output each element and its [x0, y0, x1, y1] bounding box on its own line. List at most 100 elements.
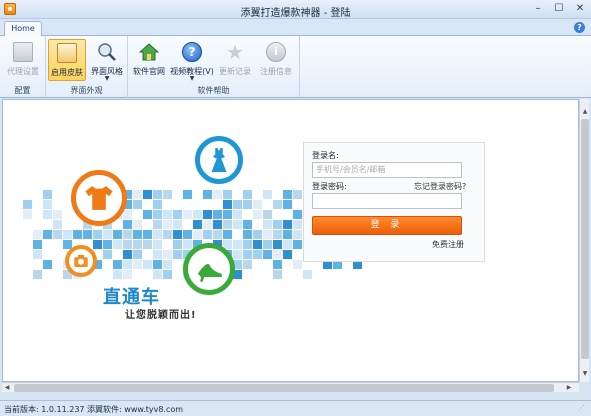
mosaic-tile [113, 240, 122, 249]
status-text: 当前版本: 1.0.11.237 添翼软件: www.tyv8.com [4, 405, 184, 414]
register-info-button[interactable]: i 注册信息 [256, 39, 296, 81]
video-tutorial-button[interactable]: ? 视频教程(V) ▼ [170, 39, 214, 82]
camera-bubble [65, 245, 97, 277]
proxy-settings-button[interactable]: 代理设置 [3, 39, 43, 81]
vertical-scroll-thumb[interactable] [581, 119, 589, 359]
mosaic-tile [143, 260, 152, 269]
maximize-button[interactable]: ☐ [550, 2, 568, 16]
mosaic-tile [233, 250, 242, 259]
mosaic-tile [93, 230, 102, 239]
content-area: 直通车 让您脱颖而出! 登录名: 手机号/会员名/邮箱 登录密码: 忘记登录密码… [2, 99, 579, 382]
mosaic-tile [273, 230, 282, 239]
mosaic-tile [233, 220, 242, 229]
official-site-button[interactable]: 软件官网 [130, 39, 168, 81]
mosaic-tile [113, 230, 122, 239]
home-icon [139, 43, 159, 61]
minimize-button[interactable]: – [529, 2, 547, 16]
mosaic-tile [243, 190, 252, 199]
mosaic-tile [153, 200, 162, 209]
mosaic-tile [263, 240, 272, 249]
mosaic-tile [123, 270, 132, 279]
mosaic-tile [283, 200, 292, 209]
mosaic-tile [93, 240, 102, 249]
scroll-right-icon[interactable]: ▶ [564, 383, 574, 393]
mosaic-tile [173, 230, 182, 239]
mosaic-tile [123, 260, 132, 269]
tab-home[interactable]: Home [4, 21, 42, 37]
mosaic-tile [133, 250, 142, 259]
mosaic-tile [53, 220, 62, 229]
mosaic-tile [153, 240, 162, 249]
login-button[interactable]: 登 录 [312, 216, 462, 235]
mosaic-tile [143, 230, 152, 239]
scroll-left-icon[interactable]: ◀ [2, 383, 12, 393]
mosaic-tile [133, 220, 142, 229]
register-link[interactable]: 免费注册 [432, 239, 464, 250]
star-icon: ★ [226, 40, 244, 64]
password-input[interactable] [312, 193, 462, 209]
mosaic-tile [153, 230, 162, 239]
scroll-up-icon[interactable]: ▲ [580, 107, 590, 117]
mosaic-tile [183, 210, 192, 219]
title-bar: 添翼打造爆款神器 - 登陆 – ☐ ✕ [0, 0, 591, 19]
resize-grip-icon[interactable]: ⋰ [578, 404, 588, 414]
mosaic-tile [183, 190, 192, 199]
forgot-password-link[interactable]: 忘记登录密码? [414, 181, 466, 192]
mosaic-tile [253, 250, 262, 259]
mosaic-tile [153, 190, 162, 199]
help-icon[interactable]: ? [574, 22, 585, 33]
username-input[interactable]: 手机号/会员名/邮箱 [312, 162, 462, 178]
mosaic-tile [223, 230, 232, 239]
horizontal-scroll-thumb[interactable] [14, 384, 554, 392]
ribbon-group-label: 配置 [14, 86, 31, 95]
ribbon: 代理设置 配置 启用皮肤 界面风格 ▼ 界面外观 软件官网 ? 视频教程(V) … [0, 36, 591, 98]
mosaic-tile [203, 220, 212, 229]
mosaic-tile [33, 270, 42, 279]
mosaic-tile [163, 230, 172, 239]
mosaic-tile [153, 220, 162, 229]
dress-bubble [195, 136, 243, 184]
mosaic-tile [303, 270, 312, 279]
vertical-scrollbar[interactable]: ▲ ▼ [579, 99, 589, 382]
mosaic-tile [53, 210, 62, 219]
mosaic-tile [273, 270, 282, 279]
mosaic-tile [153, 270, 162, 279]
scroll-down-icon[interactable]: ▼ [580, 369, 590, 379]
mosaic-tile [193, 220, 202, 229]
mosaic-tile [43, 200, 52, 209]
mosaic-tile [253, 200, 262, 209]
update-log-button[interactable]: ★ 更新记录 [216, 39, 254, 81]
mosaic-tile [293, 190, 302, 199]
mosaic-tile [23, 200, 32, 209]
mosaic-tile [183, 240, 192, 249]
mosaic-tile [173, 240, 182, 249]
mosaic-tile [243, 260, 252, 269]
window-title: 添翼打造爆款神器 - 登陆 [240, 8, 351, 19]
mosaic-tile [133, 190, 142, 199]
ui-style-button[interactable]: 界面风格 ▼ [88, 39, 126, 82]
close-button[interactable]: ✕ [571, 2, 589, 16]
mosaic-tile [253, 210, 262, 219]
mosaic-tile [153, 210, 162, 219]
username-label: 登录名: [312, 151, 339, 160]
enable-skin-button[interactable]: 启用皮肤 [48, 39, 86, 81]
mosaic-tile [103, 240, 112, 249]
mosaic-tile [163, 220, 172, 229]
mosaic-tile [263, 220, 272, 229]
help-icon: ? [182, 42, 202, 62]
mosaic-tile [103, 250, 112, 259]
mosaic-tile [123, 240, 132, 249]
update-log-label: 更新记录 [219, 67, 251, 76]
horizontal-scrollbar[interactable]: ◀ ▶ [2, 382, 579, 392]
mosaic-tile [113, 270, 122, 279]
mosaic-tile [283, 250, 292, 259]
login-panel: 登录名: 手机号/会员名/邮箱 登录密码: 忘记登录密码? 登 录 免费注册 [303, 142, 485, 262]
mosaic-tile [293, 210, 302, 219]
mosaic-tile [263, 230, 272, 239]
mosaic-tile [153, 250, 162, 259]
mosaic-tile [213, 190, 222, 199]
mosaic-tile [123, 230, 132, 239]
mosaic-tile [293, 220, 302, 229]
mosaic-tile [43, 210, 52, 219]
mosaic-tile [163, 270, 172, 279]
